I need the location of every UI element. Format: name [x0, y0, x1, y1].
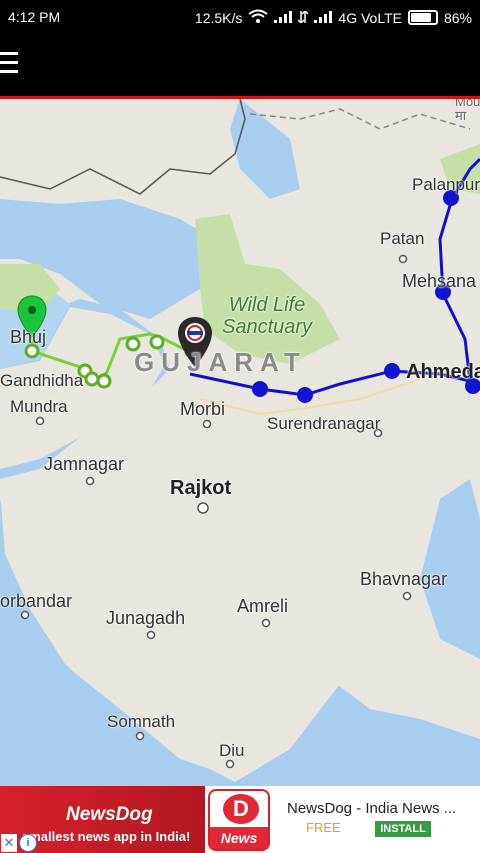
park-label-line1: Wild Life — [228, 294, 306, 316]
map-view[interactable]: GUJARAT Wild Life Sanctuary Bhuj Gandhid… — [0, 99, 480, 786]
city-label-morbi: Morbi — [180, 399, 226, 419]
hamburger-menu-icon[interactable] — [0, 52, 18, 76]
network-speed: 12.5K/s — [194, 9, 243, 26]
city-label-rajkot: Rajkot — [170, 477, 232, 499]
city-marker-porbandar — [20, 610, 30, 620]
city-label-jamnagar: Jamnagar — [44, 454, 125, 474]
ad-logo-word: News — [210, 827, 268, 849]
state-border-dashed — [249, 108, 471, 130]
water-lake-north — [230, 99, 300, 199]
city-label-porbandar: Porbandar — [0, 591, 72, 611]
signal-icon-2 — [314, 10, 333, 26]
city-label-diu: Diu — [219, 741, 245, 760]
international-border — [0, 99, 246, 195]
ad-bar[interactable]: NewsDog smallest news app in India! ✕ i … — [0, 786, 480, 853]
ad-price: FREE — [306, 820, 341, 835]
ad-banner[interactable]: NewsDog smallest news app in India! ✕ i — [0, 786, 205, 853]
close-icon[interactable]: ✕ — [1, 834, 17, 852]
ad-app-name[interactable]: NewsDog - India News ... — [287, 800, 456, 817]
city-label-top-right: Mou मा — [455, 99, 480, 123]
status-right: 12.5K/s 4G VoLTE 86% — [195, 9, 472, 26]
ad-banner-title: NewsDog — [66, 804, 153, 825]
city-marker-mundra — [35, 416, 45, 426]
city-label-ahmedabad: Ahmedabad — [406, 361, 480, 383]
city-label-bhuj: Bhuj — [10, 327, 47, 347]
ad-logo-glyph: D — [223, 794, 259, 824]
map-canvas — [0, 99, 480, 786]
install-button[interactable]: INSTALL — [375, 821, 431, 837]
city-label-bhavnagar: Bhavnagar — [360, 569, 448, 589]
city-label-gandhidham: Gandhidham — [0, 371, 84, 390]
city-marker-morbi — [202, 419, 212, 429]
app-toolbar — [0, 36, 480, 99]
city-label-surendranagar: Surendranagar — [267, 414, 381, 433]
ad-app-logo[interactable]: D News — [208, 789, 270, 851]
city-marker-junagadh — [146, 630, 156, 640]
city-marker-patan — [398, 254, 408, 264]
green-stop — [84, 371, 100, 387]
ad-banner-subtitle: smallest news app in India! — [22, 829, 191, 844]
city-marker-somnath — [135, 731, 145, 741]
city-label-somnath: Somnath — [107, 712, 176, 731]
city-label-mundra: Mundra — [10, 397, 68, 416]
city-label-junagadh: Junagadh — [106, 608, 186, 628]
network-type: 4G VoLTE — [338, 9, 402, 26]
state-label: GUJARAT — [134, 347, 307, 377]
city-marker-bhavnagar — [402, 591, 412, 601]
city-label-mehsana: Mehsana — [402, 271, 477, 291]
city-marker-rajkot — [197, 502, 209, 514]
wifi-icon — [248, 9, 269, 26]
info-icon[interactable]: i — [19, 834, 37, 852]
green-stop — [96, 373, 112, 389]
city-label-palanpur: Palanpur — [412, 175, 480, 194]
city-marker-diu — [225, 759, 235, 769]
signal-icon — [274, 10, 293, 26]
status-bar: 4:12 PM 12.5K/s 4G VoLTE 86% — [0, 0, 480, 36]
blue-stop — [252, 381, 268, 397]
city-label-patan: Patan — [380, 229, 425, 248]
status-time: 4:12 PM — [8, 9, 61, 25]
battery-percent: 86% — [443, 9, 472, 26]
city-marker-jamnagar — [85, 476, 95, 486]
city-label-amreli: Amreli — [237, 596, 289, 616]
park-label-line2: Sanctuary — [222, 316, 313, 338]
city-marker-amreli — [261, 618, 271, 628]
data-transfer-icon — [297, 9, 309, 26]
battery-icon — [407, 10, 438, 25]
park-label: Wild Life Sanctuary — [222, 294, 312, 338]
blue-stop — [297, 387, 313, 403]
blue-stop — [384, 363, 400, 379]
